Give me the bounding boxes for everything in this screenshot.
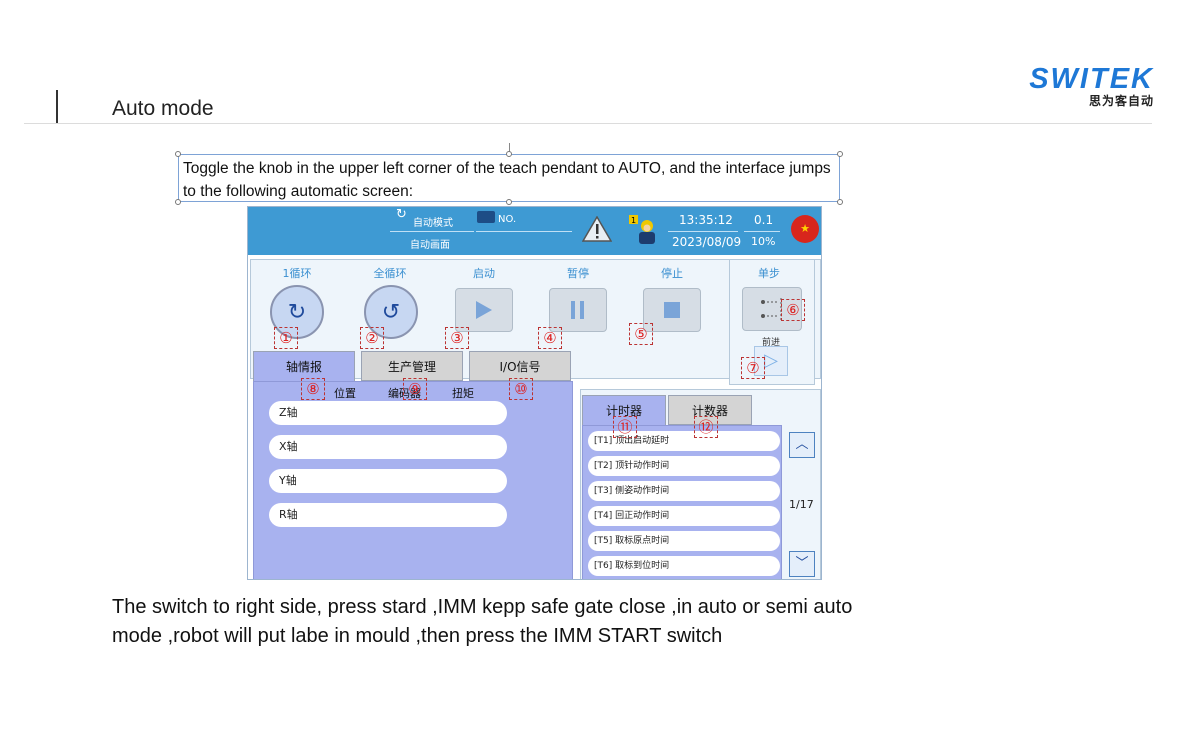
cycle-one-label: 1循环 (282, 267, 312, 280)
pause-icon (571, 301, 584, 319)
start-button[interactable] (455, 288, 513, 332)
forward-arrow-icon: ▷ (764, 350, 778, 371)
warning-icon[interactable] (582, 216, 612, 242)
program-no: NO. (498, 214, 517, 225)
callout-4: ④ (538, 327, 562, 349)
callout-2: ② (360, 327, 384, 349)
pause-button[interactable] (549, 288, 607, 332)
subtab-position[interactable]: 位置 (334, 385, 356, 401)
slide-title: Auto mode (112, 97, 214, 120)
language-flag-icon[interactable]: ★ (791, 215, 819, 243)
callout-3: ③ (445, 327, 469, 349)
resize-handle[interactable] (506, 199, 512, 205)
timer-row[interactable]: [T3] 侧姿动作时间 (588, 481, 780, 501)
subtab-torque[interactable]: 扭矩 (452, 385, 474, 401)
page-up-button[interactable]: ︿ (789, 432, 815, 458)
start-label: 启动 (473, 267, 495, 280)
user-level: 1 (631, 216, 636, 225)
timer-row[interactable]: [T6] 取标到位时间 (588, 556, 780, 576)
mode-label: 自动模式 (413, 218, 453, 229)
resize-handle[interactable] (837, 199, 843, 205)
callout-11: ⑪ (613, 416, 637, 438)
callout-6: ⑥ (781, 299, 805, 321)
pause-label: 暂停 (567, 267, 589, 280)
brand-logo: SWITEK 思为客自动 (972, 64, 1154, 109)
divider (668, 231, 738, 232)
intro-text-box[interactable]: Toggle the knob in the upper left corner… (178, 154, 840, 202)
header-divider (24, 123, 1152, 124)
timer-row[interactable]: [T2] 顶针动作时间 (588, 456, 780, 476)
page-down-button[interactable]: ﹀ (789, 551, 815, 577)
callout-5: ⑤ (629, 323, 653, 345)
clock-time: 13:35:12 (679, 213, 733, 227)
speed-percent: 10% (751, 235, 776, 248)
axis-field-y[interactable]: Y轴 (269, 469, 507, 493)
pendant-screenshot: ↻ 自动模式 自动画面 NO. 1 13:35:12 2023/08/09 0.… (247, 206, 822, 580)
resize-handle[interactable] (175, 151, 181, 157)
slide-left-bar (56, 90, 58, 124)
callout-1: ① (274, 327, 298, 349)
page-indicator: 1/17 (789, 498, 814, 511)
axis-field-z[interactable]: Z轴 (269, 401, 507, 425)
mode-icon: ↻ (396, 207, 407, 222)
brand-name: SWITEK (1029, 63, 1154, 95)
resize-handle[interactable] (506, 151, 512, 157)
divider (476, 231, 572, 232)
stop-label: 停止 (661, 267, 683, 280)
resize-handle[interactable] (175, 199, 181, 205)
chevron-down-icon: ﹀ (795, 556, 809, 571)
pendant-topbar: ↻ 自动模式 自动画面 NO. 1 13:35:12 2023/08/09 0.… (248, 207, 821, 255)
stop-icon (664, 302, 680, 318)
instruction-line-1: The switch to right side, press stard ,I… (112, 596, 853, 618)
tab-axis-info[interactable]: 轴情报 (253, 351, 355, 381)
divider (744, 231, 780, 232)
timer-row[interactable]: [T4] 回正动作时间 (588, 506, 780, 526)
cycle-one-icon: ↻ (287, 299, 307, 325)
tab-io-signal[interactable]: I/O信号 (469, 351, 571, 381)
timer-row[interactable]: [T5] 取标原点时间 (588, 531, 780, 551)
screen-label: 自动画面 (410, 240, 450, 251)
play-icon (476, 301, 492, 319)
resize-handle[interactable] (837, 151, 843, 157)
cycle-all-icon: ↺ (381, 299, 401, 325)
callout-12: ⑫ (694, 416, 718, 438)
divider (390, 231, 474, 232)
step-label: 单步 (758, 267, 780, 280)
clock-date: 2023/08/09 (672, 235, 742, 249)
callout-8: ⑧ (301, 378, 325, 400)
axis-field-r[interactable]: R轴 (269, 503, 507, 527)
folder-icon (477, 211, 495, 223)
callout-9: ⑨ (403, 378, 427, 400)
instruction-line-2: mode ,robot will put labe in mould ,then… (112, 625, 723, 647)
speed-value: 0.1 (754, 213, 774, 227)
intro-text: Toggle the knob in the upper left corner… (183, 160, 831, 200)
chevron-up-icon: ︿ (795, 437, 809, 452)
callout-7: ⑦ (741, 357, 765, 379)
user-icon[interactable]: 1 (629, 215, 661, 245)
instruction-paragraph: The switch to right side, press stard ,I… (112, 593, 992, 651)
cycle-all-label: 全循环 (373, 267, 407, 280)
callout-10: ⑩ (509, 378, 533, 400)
tab-production[interactable]: 生产管理 (361, 351, 463, 381)
axis-field-x[interactable]: X轴 (269, 435, 507, 459)
